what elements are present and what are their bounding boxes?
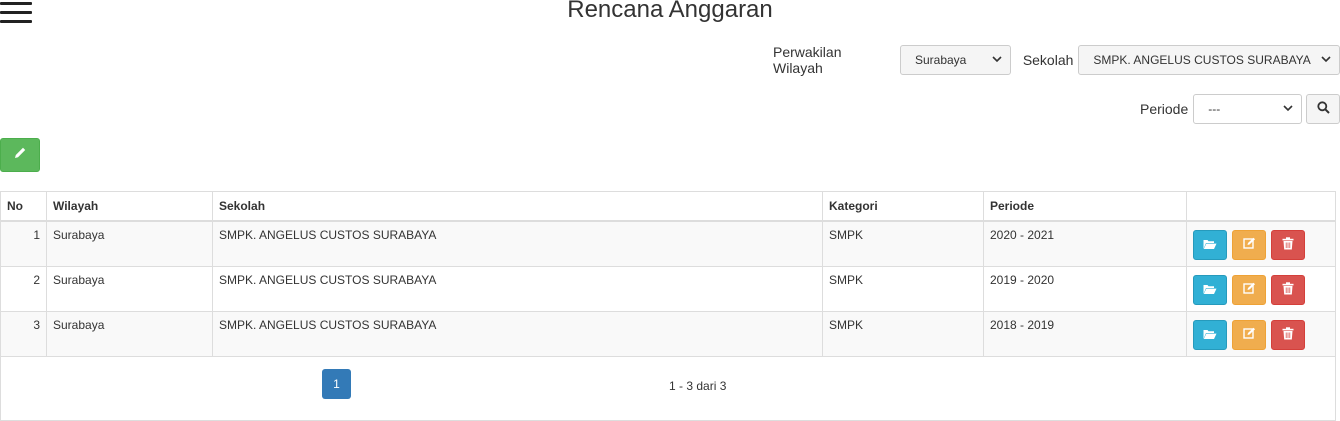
open-button[interactable] <box>1193 275 1227 305</box>
cell-kategori: SMPK <box>822 221 984 267</box>
table-row: 3 Surabaya SMPK. ANGELUS CUSTOS SURABAYA… <box>1 311 1335 357</box>
cell-periode: 2019 - 2020 <box>983 266 1187 312</box>
cell-wilayah: Surabaya <box>46 221 213 267</box>
cell-wilayah: Surabaya <box>46 311 213 357</box>
header-kategori: Kategori <box>822 192 984 222</box>
table-row: 2 Surabaya SMPK. ANGELUS CUSTOS SURABAYA… <box>1 266 1335 312</box>
sekolah-select-value: SMPK. ANGELUS CUSTOS SURABAYA <box>1093 53 1311 67</box>
edit-icon <box>1242 237 1256 253</box>
add-button[interactable] <box>0 138 40 172</box>
periode-select[interactable]: --- <box>1193 94 1303 124</box>
header-sekolah: Sekolah <box>212 192 823 222</box>
open-button[interactable] <box>1193 230 1227 260</box>
periode-label: Periode <box>1140 101 1189 117</box>
table-row: 1 Surabaya SMPK. ANGELUS CUSTOS SURABAYA… <box>1 221 1335 267</box>
pagination-summary: 1 - 3 dari 3 <box>669 379 727 393</box>
open-button[interactable] <box>1193 320 1227 350</box>
cell-sekolah: SMPK. ANGELUS CUSTOS SURABAYA <box>212 266 823 312</box>
delete-button[interactable] <box>1271 275 1305 305</box>
delete-button[interactable] <box>1271 320 1305 350</box>
cell-no: 3 <box>1 311 47 357</box>
cell-actions <box>1186 221 1335 267</box>
budget-table: No Wilayah Sekolah Kategori Periode 1 Su… <box>0 191 1336 421</box>
cell-actions <box>1186 311 1335 357</box>
header-actions <box>1186 192 1335 222</box>
cell-periode: 2020 - 2021 <box>983 221 1187 267</box>
cell-no: 2 <box>1 266 47 312</box>
wilayah-label: Perwakilan Wilayah <box>773 44 842 76</box>
search-button[interactable] <box>1306 94 1340 124</box>
page-title: Rencana Anggaran <box>567 0 773 23</box>
wilayah-select-value: Surabaya <box>914 53 967 67</box>
cell-wilayah: Surabaya <box>46 266 213 312</box>
filter-row-location: Perwakilan Wilayah Surabaya Sekolah SMPK… <box>773 44 1340 76</box>
pencil-icon <box>13 146 27 165</box>
cell-actions <box>1186 266 1335 312</box>
cell-kategori: SMPK <box>822 311 984 357</box>
folder-open-icon <box>1203 238 1217 253</box>
trash-icon <box>1282 327 1294 343</box>
edit-icon <box>1242 327 1256 343</box>
trash-icon <box>1282 237 1294 253</box>
header-periode: Periode <box>983 192 1187 222</box>
filter-row-periode: Periode --- <box>1140 94 1340 124</box>
edit-icon <box>1242 282 1256 298</box>
periode-select-value: --- <box>1208 102 1221 116</box>
chevron-down-icon <box>1283 104 1293 115</box>
sekolah-select[interactable]: SMPK. ANGELUS CUSTOS SURABAYA <box>1078 45 1340 75</box>
sekolah-label: Sekolah <box>1022 52 1074 68</box>
header-no: No <box>1 192 47 222</box>
cell-kategori: SMPK <box>822 266 984 312</box>
folder-open-icon <box>1203 283 1217 298</box>
wilayah-select[interactable]: Surabaya <box>899 45 1011 75</box>
delete-button[interactable] <box>1271 230 1305 260</box>
edit-button[interactable] <box>1232 275 1266 305</box>
chevron-down-icon <box>1321 55 1331 66</box>
folder-open-icon <box>1203 328 1217 343</box>
cell-no: 1 <box>1 221 47 267</box>
cell-sekolah: SMPK. ANGELUS CUSTOS SURABAYA <box>212 311 823 357</box>
pagination-page-button[interactable]: 1 <box>322 369 351 399</box>
edit-button[interactable] <box>1232 320 1266 350</box>
trash-icon <box>1282 282 1294 298</box>
cell-sekolah: SMPK. ANGELUS CUSTOS SURABAYA <box>212 221 823 267</box>
search-icon <box>1317 101 1330 117</box>
header-wilayah: Wilayah <box>46 192 213 222</box>
table-header-row: No Wilayah Sekolah Kategori Periode <box>1 192 1335 222</box>
cell-periode: 2018 - 2019 <box>983 311 1187 357</box>
edit-button[interactable] <box>1232 230 1266 260</box>
chevron-down-icon <box>992 55 1002 66</box>
